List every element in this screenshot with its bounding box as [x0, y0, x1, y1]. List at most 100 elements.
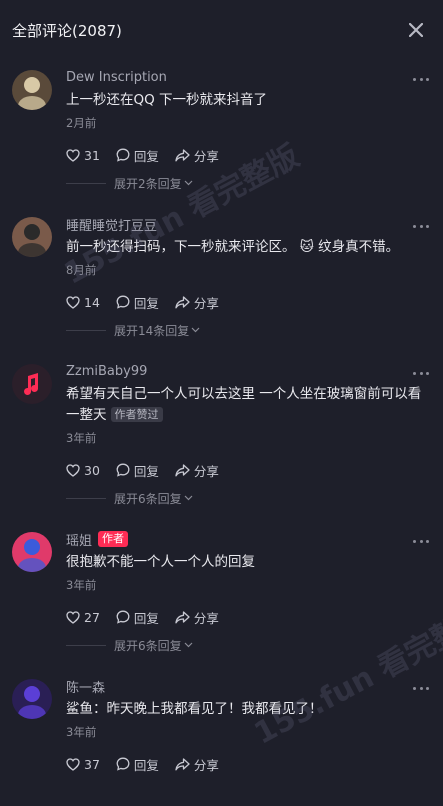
- commenter-name[interactable]: 陈一森: [66, 677, 105, 696]
- like-button[interactable]: 31: [66, 148, 100, 163]
- comment-date: 3年前: [66, 431, 97, 445]
- more-options-button[interactable]: [413, 76, 429, 82]
- share-button[interactable]: 分享: [175, 461, 219, 480]
- share-icon: [175, 463, 190, 476]
- reply-button[interactable]: 回复: [116, 293, 159, 312]
- share-button[interactable]: 分享: [175, 755, 219, 774]
- reply-button[interactable]: 回复: [116, 608, 159, 627]
- comment-actions: 31 回复 分享: [66, 145, 429, 165]
- more-options-button[interactable]: [413, 685, 429, 691]
- chevron-down-icon: [184, 642, 193, 648]
- close-icon: [409, 23, 423, 37]
- comment-body: 很抱歉不能一个人一个人的回复: [66, 554, 255, 570]
- share-label: 分享: [193, 610, 219, 626]
- comment-text: 很抱歉不能一个人一个人的回复: [66, 552, 429, 573]
- like-button[interactable]: 14: [66, 295, 100, 310]
- share-button[interactable]: 分享: [175, 608, 219, 627]
- more-dots-icon: [413, 77, 416, 81]
- share-icon: [175, 757, 190, 770]
- comment-date: 3年前: [66, 578, 97, 592]
- reply-button[interactable]: 回复: [116, 146, 159, 165]
- comment-date: 3年前: [66, 725, 97, 739]
- heart-icon: [66, 148, 80, 162]
- comment-body: 前一秒还得扫码，下一秒就来评论区。 🐱 纹身真不错。: [66, 239, 400, 255]
- like-count: 14: [84, 294, 100, 310]
- share-label: 分享: [193, 757, 219, 773]
- reply-bubble-icon: [116, 757, 130, 771]
- comment-actions: 27 回复 分享: [66, 607, 429, 627]
- like-count: 30: [84, 462, 100, 478]
- chevron-down-icon: [191, 327, 200, 333]
- share-label: 分享: [193, 463, 219, 479]
- expand-replies-label: 展开6条回复: [114, 638, 182, 653]
- comment-item: 瑶姐 作者很抱歉不能一个人一个人的回复 3年前 27 回复 分享 展开6条回复: [0, 522, 443, 669]
- avatar[interactable]: [12, 679, 52, 719]
- share-icon: [175, 610, 190, 623]
- reply-bubble-icon: [116, 610, 130, 624]
- chevron-down-icon: [184, 495, 193, 501]
- more-dots-icon: [413, 686, 416, 690]
- comment-body: 鲨鱼：昨天晚上我都看见了！我都看见了！: [66, 701, 323, 717]
- commenter-name[interactable]: Dew Inscription: [66, 70, 167, 85]
- reply-label: 回复: [133, 757, 159, 773]
- comments-header: 全部评论(2087): [0, 0, 443, 60]
- reply-label: 回复: [133, 148, 159, 164]
- heart-icon: [66, 463, 80, 477]
- more-options-button[interactable]: [413, 223, 429, 229]
- avatar[interactable]: [12, 532, 52, 572]
- share-button[interactable]: 分享: [175, 293, 219, 312]
- comment-text: 上一秒还在QQ 下一秒就来抖音了: [66, 90, 429, 111]
- expand-replies-label: 展开2条回复: [114, 176, 182, 191]
- share-icon: [175, 148, 190, 161]
- reply-label: 回复: [133, 610, 159, 626]
- share-icon: [175, 295, 190, 308]
- reply-button[interactable]: 回复: [116, 461, 159, 480]
- heart-icon: [66, 295, 80, 309]
- like-count: 27: [84, 609, 100, 625]
- commenter-name[interactable]: 睡醒睡觉打豆豆: [66, 215, 157, 234]
- chevron-down-icon: [184, 180, 193, 186]
- like-button[interactable]: 37: [66, 757, 100, 772]
- share-label: 分享: [193, 148, 219, 164]
- heart-icon: [66, 757, 80, 771]
- reply-button[interactable]: 回复: [116, 755, 159, 774]
- comment-text: 鲨鱼：昨天晚上我都看见了！我都看见了！: [66, 699, 429, 720]
- like-button[interactable]: 30: [66, 463, 100, 478]
- more-options-button[interactable]: [413, 370, 429, 376]
- comment-item: ZzmiBaby99 希望有天自己一个人可以去这里 一个人坐在玻璃窗前可以看一整天…: [0, 354, 443, 522]
- more-dots-icon: [413, 371, 416, 375]
- like-count: 37: [84, 756, 100, 772]
- reply-bubble-icon: [116, 463, 130, 477]
- liked-by-author-tag: 作者赞过: [110, 407, 163, 422]
- author-badge: 作者: [98, 531, 129, 547]
- avatar[interactable]: [12, 70, 52, 110]
- expand-replies-button[interactable]: 展开6条回复: [66, 635, 429, 655]
- comment-actions: 30 回复 分享: [66, 460, 429, 480]
- comment-item: Dew Inscription 上一秒还在QQ 下一秒就来抖音了 2月前 31 回复 分享…: [0, 60, 443, 207]
- expand-replies-button[interactable]: 展开14条回复: [66, 320, 429, 340]
- more-dots-icon: [413, 539, 416, 543]
- expand-replies-button[interactable]: 展开2条回复: [66, 173, 429, 193]
- comments-title: 全部评论(2087): [12, 21, 122, 40]
- like-count: 31: [84, 147, 100, 163]
- comment-date: 8月前: [66, 263, 97, 277]
- expand-replies-button[interactable]: 展开6条回复: [66, 488, 429, 508]
- share-button[interactable]: 分享: [175, 146, 219, 165]
- divider: [66, 644, 106, 646]
- expand-replies-label: 展开6条回复: [114, 491, 182, 506]
- more-dots-icon: [413, 224, 416, 228]
- like-button[interactable]: 27: [66, 610, 100, 625]
- more-options-button[interactable]: [413, 538, 429, 544]
- share-label: 分享: [193, 295, 219, 311]
- comment-actions: 14 回复 分享: [66, 292, 429, 312]
- commenter-name[interactable]: 瑶姐: [66, 530, 92, 549]
- comment-date: 2月前: [66, 116, 97, 130]
- close-button[interactable]: [405, 19, 427, 41]
- divider: [66, 497, 106, 499]
- expand-replies-label: 展开14条回复: [114, 323, 190, 338]
- commenter-name[interactable]: ZzmiBaby99: [66, 364, 147, 379]
- avatar[interactable]: [12, 364, 52, 404]
- divider: [66, 182, 106, 184]
- heart-icon: [66, 610, 80, 624]
- avatar[interactable]: [12, 217, 52, 257]
